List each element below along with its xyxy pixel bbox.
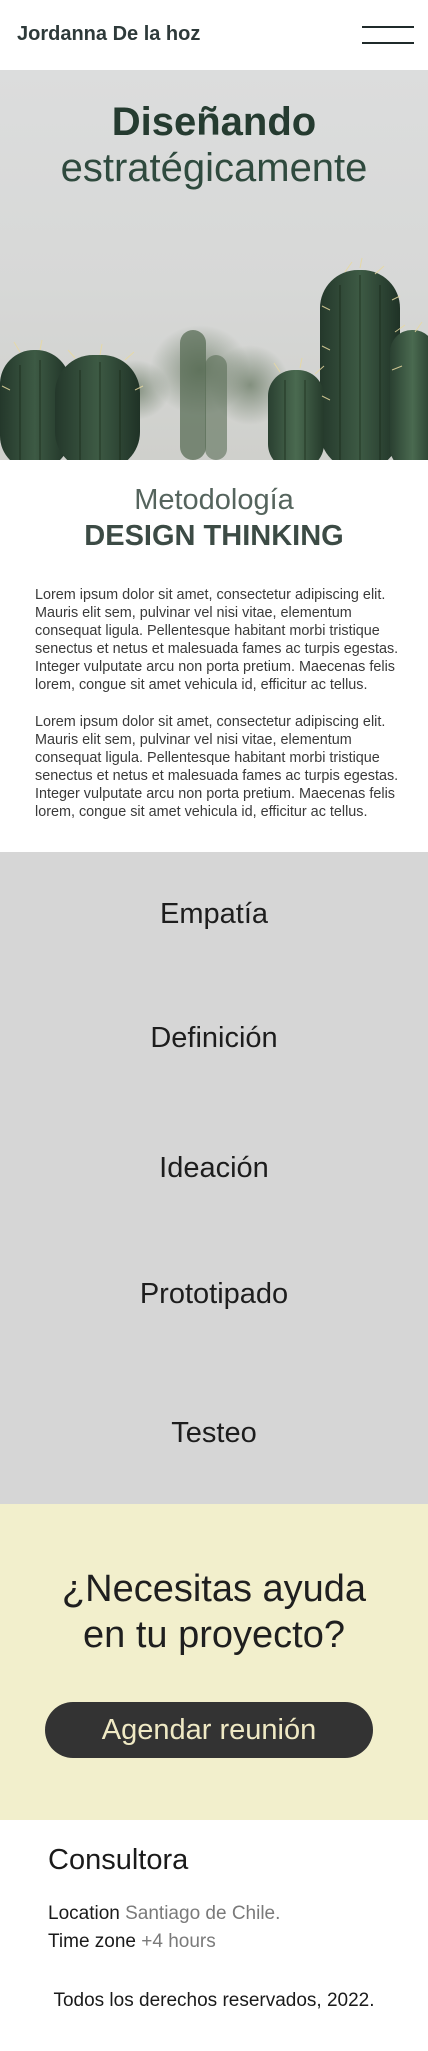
footer-timezone: Time zone +4 hours	[48, 1931, 216, 1953]
cta-heading-line-1: ¿Necesitas ayuda	[61, 1568, 367, 1610]
copyright-text: Todos los derechos reservados, 2022.	[53, 1990, 375, 2011]
step-ideation[interactable]: Ideación	[0, 1152, 428, 1185]
hamburger-menu-icon[interactable]	[362, 24, 416, 46]
hero-title-bold: Diseñando	[111, 100, 317, 144]
methodology-subtitle: Metodología	[134, 484, 294, 516]
step-empathy[interactable]: Empatía	[0, 898, 428, 931]
menu-bar-top	[362, 26, 414, 28]
cta-heading-line-2: en tu proyecto?	[83, 1614, 345, 1656]
hero-title-light: estratégicamente	[60, 146, 368, 190]
menu-bar-bottom	[362, 42, 414, 44]
design-steps-section: Empatía Definición Ideación Prototipado …	[0, 852, 428, 1504]
cta-section: ¿Necesitas ayuda en tu proyecto? Agendar…	[0, 1504, 428, 1820]
methodology-paragraph-2: Lorem ipsum dolor sit amet, consectetur …	[35, 714, 399, 820]
step-testing[interactable]: Testeo	[0, 1417, 428, 1450]
timezone-label: Time zone	[48, 1931, 136, 1952]
hero-section: Diseñando estratégicamente	[0, 70, 428, 460]
location-label: Location	[48, 1903, 120, 1924]
step-prototyping[interactable]: Prototipado	[0, 1278, 428, 1311]
methodology-title: DESIGN THINKING	[84, 520, 344, 552]
site-footer: Consultora Location Santiago de Chile. T…	[0, 1820, 428, 2051]
location-value: Santiago de Chile.	[125, 1903, 281, 1924]
methodology-section: Metodología DESIGN THINKING Lorem ipsum …	[0, 460, 428, 850]
timezone-value: +4 hours	[141, 1931, 216, 1952]
schedule-meeting-button[interactable]: Agendar reunión	[45, 1702, 373, 1758]
site-header: Jordanna De la hoz	[0, 0, 428, 70]
step-definition[interactable]: Definición	[0, 1022, 428, 1055]
methodology-paragraph-1: Lorem ipsum dolor sit amet, consectetur …	[35, 587, 399, 693]
footer-location: Location Santiago de Chile.	[48, 1903, 280, 1925]
brand-name[interactable]: Jordanna De la hoz	[17, 23, 200, 46]
footer-title: Consultora	[48, 1844, 189, 1876]
